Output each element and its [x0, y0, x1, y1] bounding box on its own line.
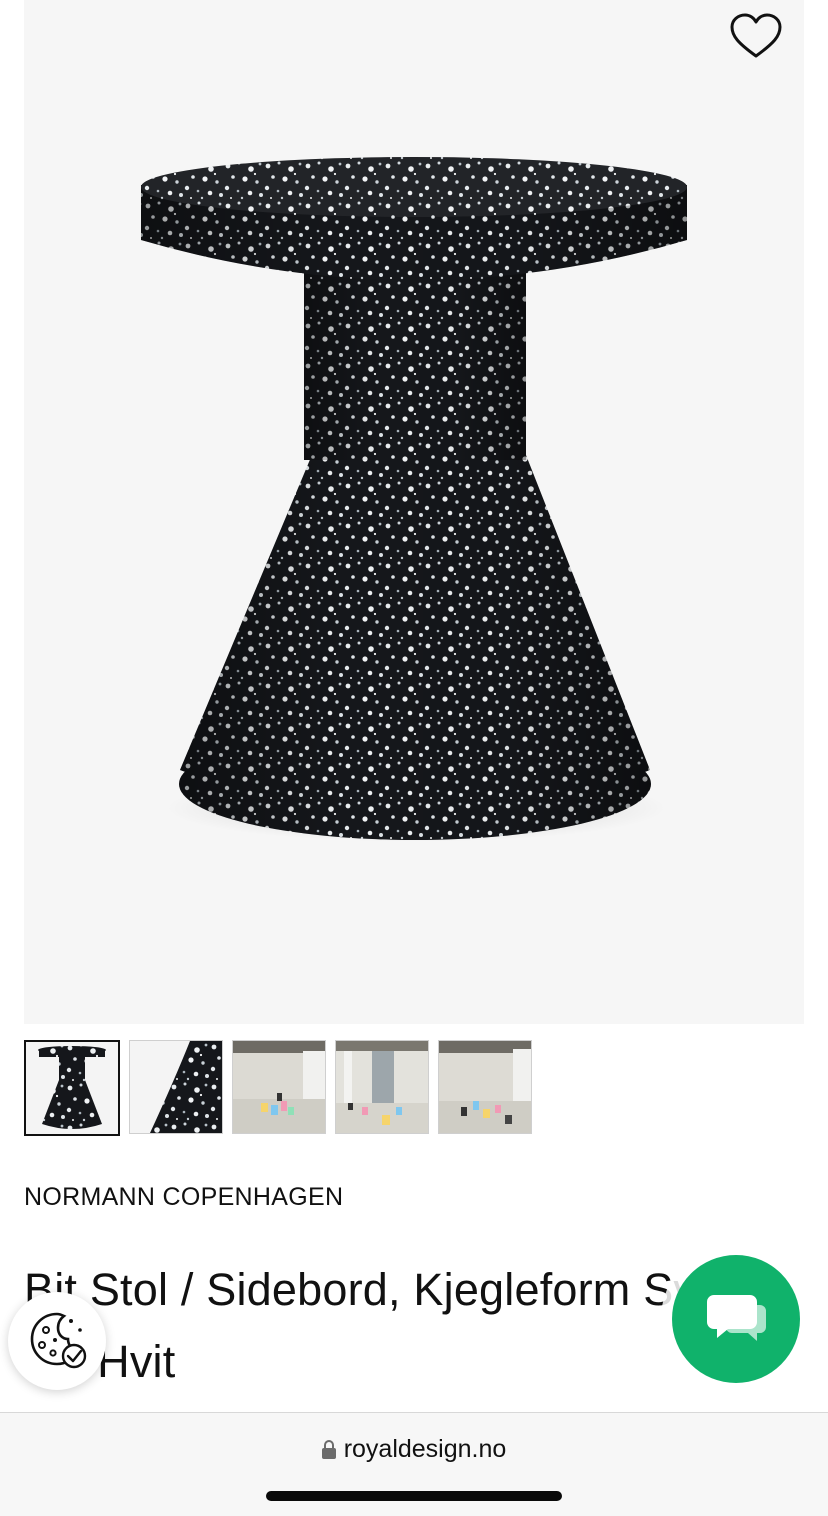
product-main-image[interactable]: [24, 0, 804, 1024]
thumb-room-scene-3-image: [439, 1041, 531, 1133]
address-bar[interactable]: royaldesign.no: [0, 1435, 828, 1464]
stool-illustration: [141, 157, 687, 842]
chat-bubbles-icon: [707, 1295, 766, 1341]
thumb-room-scene-3[interactable]: [438, 1040, 532, 1134]
thumb-room-scene-1-image: [233, 1041, 325, 1133]
thumb-room-scene-1[interactable]: [232, 1040, 326, 1134]
thumb-stool-detail[interactable]: [129, 1040, 223, 1134]
home-indicator[interactable]: [266, 1491, 562, 1501]
thumb-stool-front[interactable]: [24, 1040, 120, 1136]
heart-outline-icon: [730, 13, 782, 58]
cookie-consent-button[interactable]: [8, 1292, 106, 1390]
url-text: royaldesign.no: [343, 1435, 507, 1463]
wishlist-button[interactable]: [728, 12, 784, 62]
brand-name[interactable]: NORMANN COPENHAGEN: [24, 1183, 343, 1212]
browser-bottom-bar: royaldesign.no: [0, 1412, 828, 1516]
thumb-stool-detail-image: [130, 1041, 222, 1133]
thumb-room-scene-2-image: [336, 1041, 428, 1133]
lock-icon: [321, 1440, 336, 1459]
cookie-consent-icon: [30, 1312, 87, 1369]
thumb-room-scene-2[interactable]: [335, 1040, 429, 1134]
thumbnail-strip: [24, 1040, 532, 1136]
thumb-stool-front-image: [26, 1042, 118, 1134]
chat-button[interactable]: [672, 1255, 800, 1383]
